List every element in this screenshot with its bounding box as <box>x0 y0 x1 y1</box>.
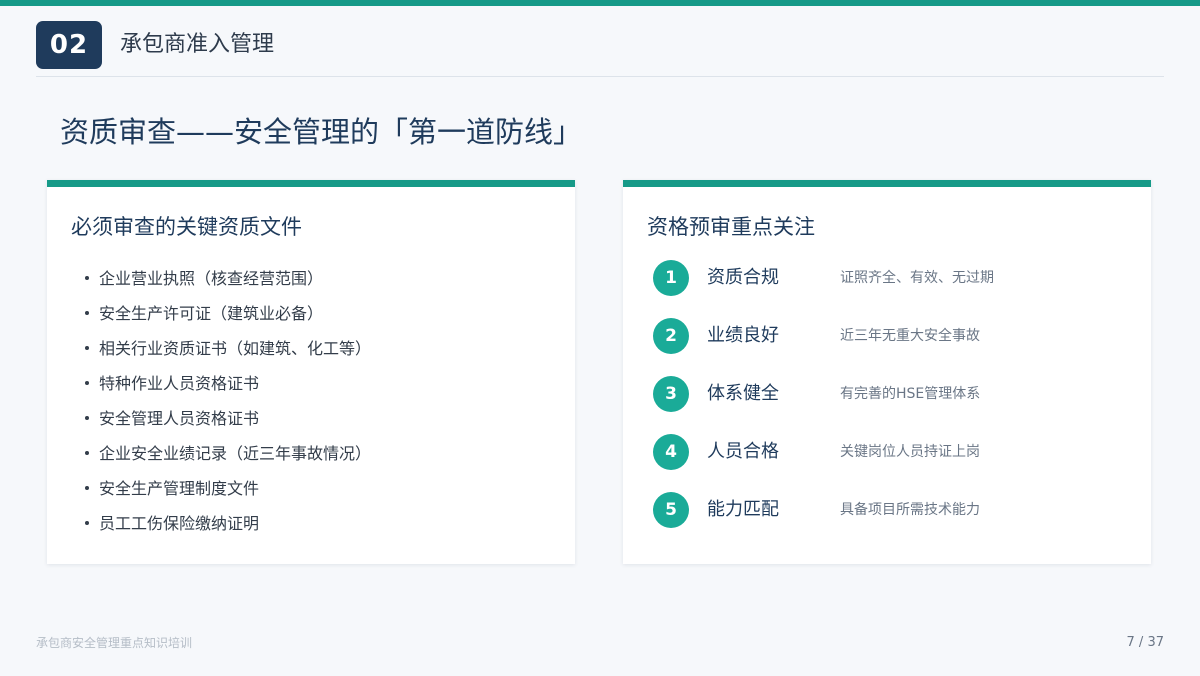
prequalification-card-title: 资格预审重点关注 <box>647 215 815 239</box>
list-item: 特种作业人员资格证书 <box>85 366 371 401</box>
section-title: 承包商准入管理 <box>120 32 275 57</box>
slide-title: 资质审查——安全管理的「第一道防线」 <box>60 115 583 149</box>
list-item-text: 安全管理人员资格证书 <box>99 409 260 428</box>
list-item: 企业安全业绩记录（近三年事故情况） <box>85 436 371 471</box>
prequalification-focus-card: 资格预审重点关注 1 资质合规 证照齐全、有效、无过期 2 业绩良好 近三年无重… <box>623 180 1151 564</box>
list-item-text: 相关行业资质证书（如建筑、化工等） <box>99 339 372 358</box>
number-circle: 4 <box>653 434 689 470</box>
focus-description: 证照齐全、有效、无过期 <box>840 270 994 286</box>
list-item: 员工工伤保险缴纳证明 <box>85 506 371 541</box>
list-item-text: 企业营业执照（核查经营范围） <box>99 269 324 288</box>
focus-description: 具备项目所需技术能力 <box>840 502 980 518</box>
number-circle: 2 <box>653 318 689 354</box>
number-circle: 5 <box>653 492 689 528</box>
list-item: 安全管理人员资格证书 <box>85 401 371 436</box>
page-indicator: 7 / 37 <box>1126 635 1164 650</box>
list-item: 安全生产许可证（建筑业必备） <box>85 296 371 331</box>
focus-label: 业绩良好 <box>707 325 779 346</box>
bullet-icon <box>85 521 89 525</box>
list-item-text: 特种作业人员资格证书 <box>99 374 260 393</box>
footer-course-title: 承包商安全管理重点知识培训 <box>36 636 193 650</box>
bullet-icon <box>85 381 89 385</box>
section-number-badge: 02 <box>36 21 102 69</box>
bullet-icon <box>85 346 89 350</box>
focus-label: 人员合格 <box>707 441 779 462</box>
focus-label: 资质合规 <box>707 267 779 288</box>
list-item-text: 安全生产管理制度文件 <box>99 479 260 498</box>
bullet-icon <box>85 311 89 315</box>
list-item-text: 安全生产许可证（建筑业必备） <box>99 304 324 323</box>
focus-description: 有完善的HSE管理体系 <box>840 386 981 402</box>
list-item-text: 员工工伤保险缴纳证明 <box>99 514 260 533</box>
focus-label: 体系健全 <box>707 383 779 404</box>
bullet-icon <box>85 276 89 280</box>
key-documents-list: 企业营业执照（核查经营范围） 安全生产许可证（建筑业必备） 相关行业资质证书（如… <box>85 261 371 541</box>
list-item: 相关行业资质证书（如建筑、化工等） <box>85 331 371 366</box>
focus-description: 近三年无重大安全事故 <box>840 328 980 344</box>
header-divider <box>36 76 1164 77</box>
key-documents-card-title: 必须审查的关键资质文件 <box>71 215 302 239</box>
bullet-icon <box>85 416 89 420</box>
number-circle: 3 <box>653 376 689 412</box>
list-item: 安全生产管理制度文件 <box>85 471 371 506</box>
bullet-icon <box>85 486 89 490</box>
number-circle: 1 <box>653 260 689 296</box>
key-documents-card: 必须审查的关键资质文件 企业营业执照（核查经营范围） 安全生产许可证（建筑业必备… <box>47 180 575 564</box>
list-item: 企业营业执照（核查经营范围） <box>85 261 371 296</box>
focus-description: 关键岗位人员持证上岗 <box>840 444 980 460</box>
bullet-icon <box>85 451 89 455</box>
top-accent-bar <box>0 0 1200 6</box>
focus-label: 能力匹配 <box>707 499 779 520</box>
list-item-text: 企业安全业绩记录（近三年事故情况） <box>99 444 372 463</box>
